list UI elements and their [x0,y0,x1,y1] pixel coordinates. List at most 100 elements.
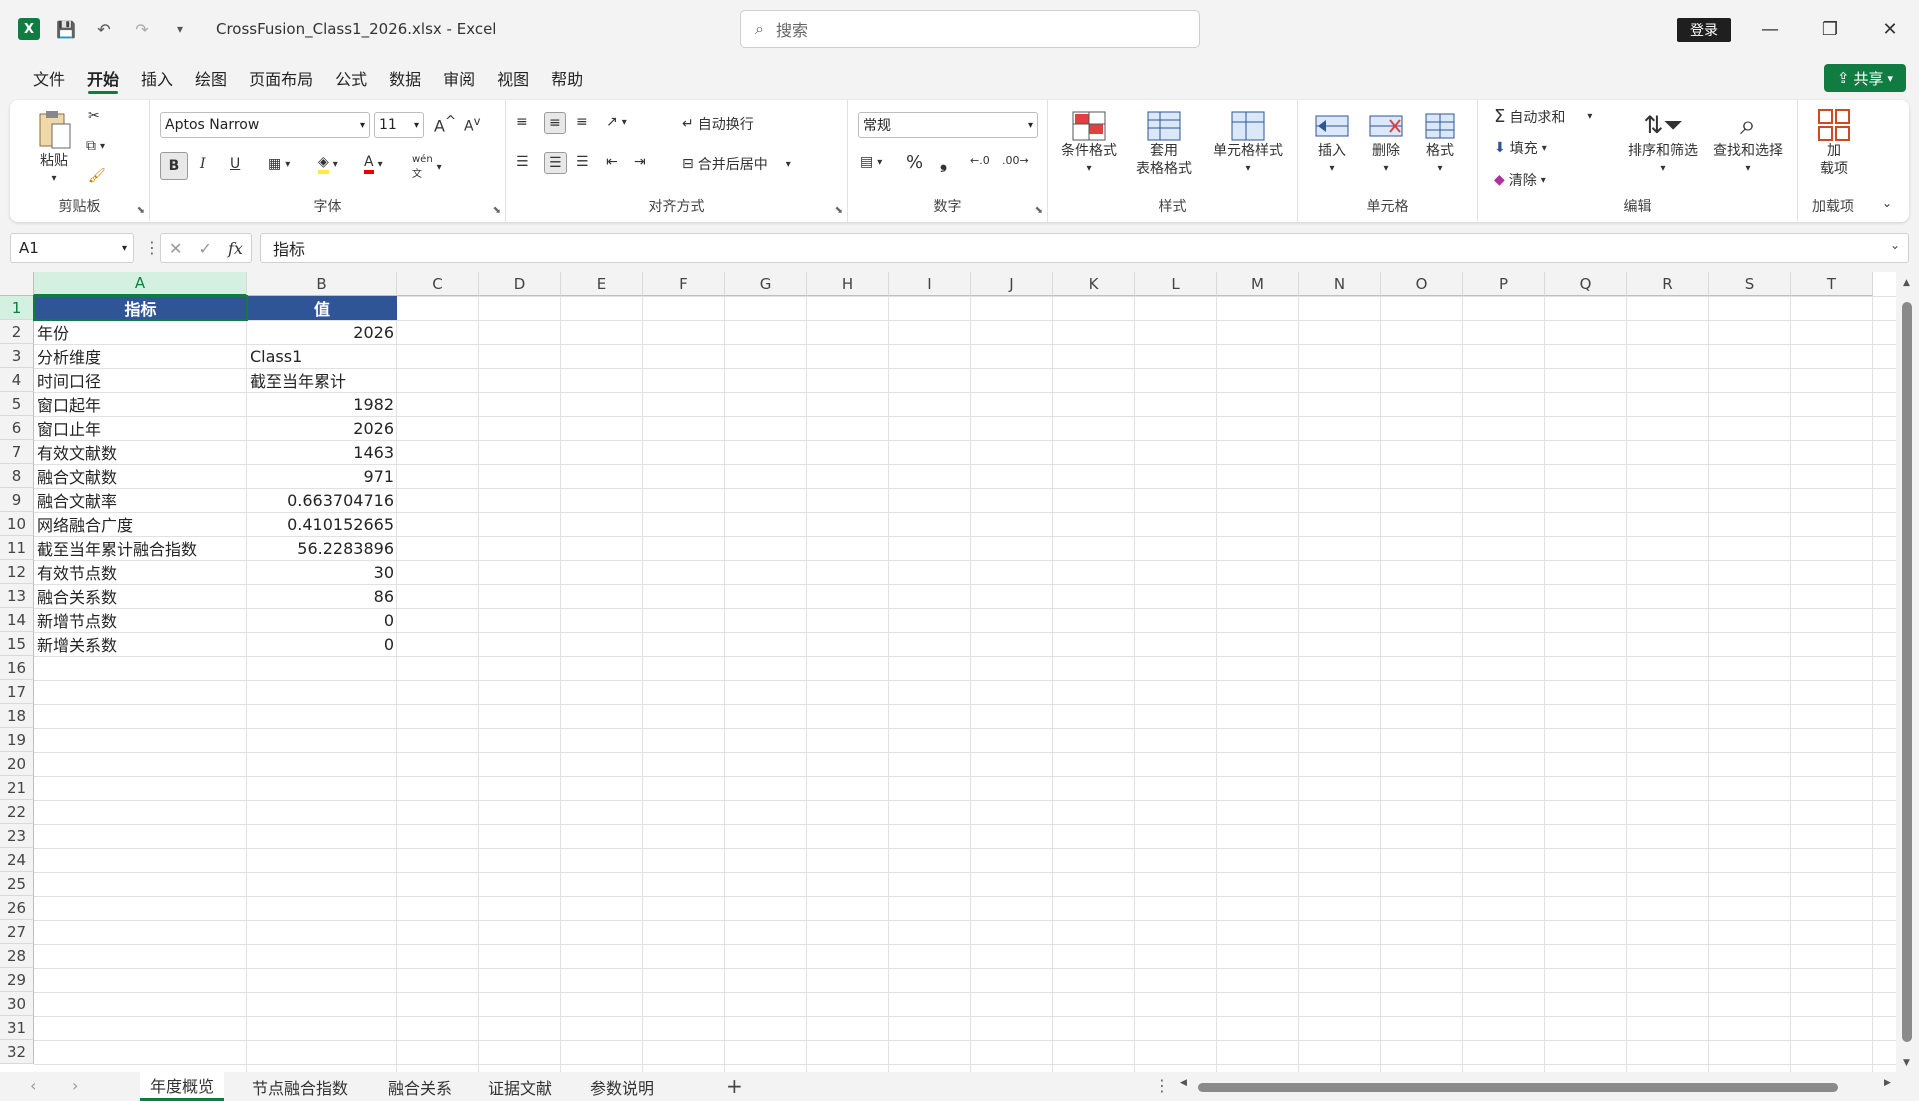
column-header-q[interactable]: Q [1545,272,1627,296]
row-header-27[interactable]: 27 [0,920,34,944]
sheet-tab-evidence[interactable]: 证据文献 [478,1072,562,1101]
tab-insert[interactable]: 插入 [130,58,184,98]
horizontal-scroll-thumb[interactable] [1198,1083,1838,1092]
table-cell[interactable]: 0 [247,608,397,632]
scroll-up-icon[interactable]: ▲ [1903,278,1910,288]
table-cell[interactable]: 有效节点数 [34,560,247,584]
tab-home[interactable]: 开始 [76,58,130,98]
row-header-6[interactable]: 6 [0,416,34,440]
table-cell[interactable]: 截至当年累计融合指数 [34,536,247,560]
fill-color-button[interactable]: ◈ ▾ [318,154,338,174]
scroll-left-icon[interactable]: ◀ [1180,1078,1187,1088]
column-header-t[interactable]: T [1791,272,1873,296]
table-cell[interactable]: 0.410152665 [247,512,397,536]
row-header-13[interactable]: 13 [0,584,34,608]
paste-button[interactable]: 粘贴 ▾ [30,108,78,188]
tab-file[interactable]: 文件 [22,58,76,98]
tab-formulas[interactable]: 公式 [324,58,378,98]
row-header-30[interactable]: 30 [0,992,34,1016]
row-header-5[interactable]: 5 [0,392,34,416]
increase-decimal-button[interactable]: ←.0 [970,154,990,167]
tab-view[interactable]: 视图 [486,58,540,98]
align-top-button[interactable]: ≡ [516,114,528,130]
dialog-launcher-icon[interactable]: ⬊ [137,205,145,216]
name-box[interactable]: A1 ▾ [10,233,134,263]
sheet-tab-relations[interactable]: 融合关系 [378,1072,462,1101]
column-header-c[interactable]: C [397,272,479,296]
formula-input[interactable]: 指标 [260,233,1909,263]
row-header-17[interactable]: 17 [0,680,34,704]
number-format-select[interactable]: 常规 ▾ [858,112,1038,138]
row-header-2[interactable]: 2 [0,320,34,344]
sheet-tab-overview[interactable]: 年度概览 [140,1072,225,1101]
dialog-launcher-icon[interactable]: ⬊ [835,205,843,216]
clear-button[interactable]: ◆ 清除 ▾ [1494,170,1546,190]
tab-page-layout[interactable]: 页面布局 [238,58,324,98]
format-cells-button[interactable]: 格式 ▾ [1416,110,1464,178]
decrease-decimal-button[interactable]: .00→ [1002,154,1029,167]
insert-function-icon[interactable]: fx [228,239,243,258]
column-header-b[interactable]: B [247,272,397,296]
scroll-down-icon[interactable]: ▼ [1903,1058,1910,1068]
decrease-indent-button[interactable]: ⇤ [606,154,618,170]
row-header-22[interactable]: 22 [0,800,34,824]
undo-icon[interactable]: ↶ [92,17,116,41]
font-size-select[interactable]: 11 ▾ [374,112,424,138]
align-bottom-button[interactable]: ≡ [576,114,588,130]
format-painter-button[interactable]: 🖌 [88,168,106,184]
row-header-29[interactable]: 29 [0,968,34,992]
row-header-18[interactable]: 18 [0,704,34,728]
sheet-tab-parameters[interactable]: 参数说明 [580,1072,664,1101]
column-header-e[interactable]: E [561,272,643,296]
row-header-28[interactable]: 28 [0,944,34,968]
phonetic-button[interactable]: wén 文 ▾ [412,154,442,180]
close-icon[interactable]: ✕ [1875,14,1905,44]
font-color-button[interactable]: A ▾ [364,154,383,174]
table-cell[interactable]: 分析维度 [34,344,247,368]
table-cell[interactable]: 融合文献率 [34,488,247,512]
column-header-a[interactable]: A [34,272,247,296]
table-cell[interactable]: 0 [247,632,397,656]
save-icon[interactable]: 💾 [54,17,78,41]
row-header-26[interactable]: 26 [0,896,34,920]
previous-sheet-icon[interactable]: ‹ [30,1076,36,1095]
row-header-20[interactable]: 20 [0,752,34,776]
percent-button[interactable]: % [906,152,923,173]
row-header-7[interactable]: 7 [0,440,34,464]
row-header-21[interactable]: 21 [0,776,34,800]
underline-button[interactable]: U [230,156,240,172]
bold-button[interactable]: B [160,152,188,180]
font-family-select[interactable]: Aptos Narrow ▾ [160,112,370,138]
customize-quick-access-icon[interactable]: ▾ [168,17,192,41]
cancel-icon[interactable]: ✕ [169,239,182,258]
copy-button[interactable]: ⧉ ▾ [86,138,105,154]
restore-icon[interactable]: ❐ [1815,14,1845,44]
collapse-ribbon-button[interactable]: ⌄ [1882,196,1892,210]
column-header-f[interactable]: F [643,272,725,296]
dialog-launcher-icon[interactable]: ⬊ [1035,205,1043,216]
select-all-corner[interactable] [0,272,34,296]
login-button[interactable]: 登录 [1677,18,1731,42]
format-as-table-button[interactable]: 套用 表格格式 [1126,110,1202,178]
column-header-h[interactable]: H [807,272,889,296]
cut-button[interactable]: ✂ [88,108,100,124]
increase-font-size-button[interactable]: A^ [434,114,456,135]
column-header-r[interactable]: R [1627,272,1709,296]
column-header-p[interactable]: P [1463,272,1545,296]
horizontal-scrollbar[interactable]: ◀ ▶ [1180,1078,1900,1094]
cell-styles-button[interactable]: 单元格样式 ▾ [1204,110,1292,178]
table-cell[interactable]: 窗口起年 [34,392,247,416]
table-cell[interactable]: 时间口径 [34,368,247,392]
vertical-scrollbar[interactable]: ▲ ▼ [1896,272,1919,1072]
minimize-icon[interactable]: — [1755,14,1785,44]
row-header-16[interactable]: 16 [0,656,34,680]
table-cell[interactable]: 2026 [247,320,397,344]
chevron-down-icon[interactable]: ⌄ [1890,238,1900,252]
table-cell[interactable]: 86 [247,584,397,608]
column-header-j[interactable]: J [971,272,1053,296]
align-left-button[interactable]: ☰ [516,154,529,170]
conditional-formatting-button[interactable]: 条件格式 ▾ [1054,110,1124,178]
column-header-o[interactable]: O [1381,272,1463,296]
orientation-button[interactable]: ↗ ▾ [606,114,627,130]
table-cell[interactable]: 2026 [247,416,397,440]
